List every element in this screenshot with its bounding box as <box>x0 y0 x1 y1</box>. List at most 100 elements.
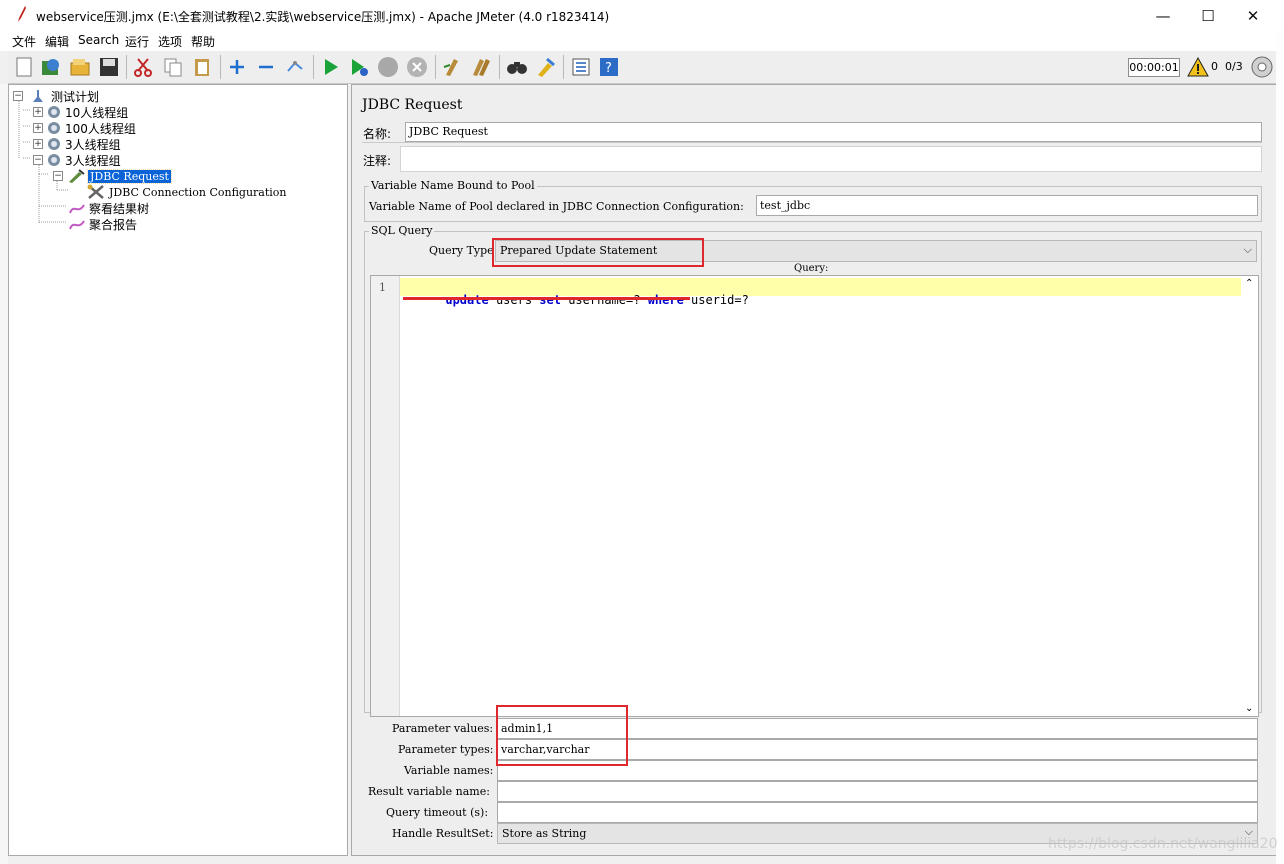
menu-edit[interactable]: 编辑 <box>45 33 69 50</box>
thread-group-gear-icon <box>48 122 60 134</box>
paste-icon[interactable] <box>190 55 214 79</box>
name-field[interactable]: JDBC Request <box>405 122 1262 142</box>
tree-root[interactable]: − 测试计划 <box>13 88 99 104</box>
collapse-icon[interactable] <box>254 55 278 79</box>
tree-aggregate-report[interactable]: 聚合报告 <box>69 216 137 232</box>
cut-icon[interactable] <box>131 55 155 79</box>
scroll-up-icon[interactable]: ⌃ <box>1245 278 1253 289</box>
reset-search-icon[interactable] <box>533 55 557 79</box>
toggle-icon[interactable] <box>283 55 307 79</box>
expand-toggle[interactable]: + <box>33 123 43 133</box>
start-no-pause-icon[interactable] <box>347 55 371 79</box>
listener-graph-icon <box>69 204 85 214</box>
test-plan-icon <box>33 90 43 102</box>
active-threads: 0/3 <box>1225 60 1243 73</box>
collapse-toggle[interactable]: − <box>33 155 43 165</box>
pool-legend: Variable Name Bound to Pool <box>369 179 537 192</box>
watermark: https://blog.csdn.net/wanglilia20 <box>1048 836 1278 852</box>
name-label: 名称: <box>363 127 392 141</box>
query-type-label: Query Type <box>429 244 494 257</box>
minimize-button[interactable]: — <box>1140 0 1186 31</box>
svg-text:?: ? <box>605 61 612 76</box>
comment-field[interactable] <box>400 146 1262 172</box>
thread-group-gear-icon <box>48 138 60 150</box>
pool-name-field[interactable]: test_jdbc <box>756 195 1258 216</box>
chevron-down-icon: ⌵ <box>1243 243 1252 256</box>
parameter-types-label: Parameter types: <box>398 743 494 756</box>
close-icon: ✕ <box>1246 6 1260 25</box>
tree-view-results-tree[interactable]: 察看结果树 <box>69 200 149 216</box>
start-icon[interactable] <box>319 55 343 79</box>
tree-thread-group-expanded[interactable]: − 3人线程组 <box>33 152 121 168</box>
tree-jdbc-config[interactable]: JDBC Connection Configuration <box>87 184 287 200</box>
listener-graph-icon <box>69 220 85 230</box>
menu-options[interactable]: 选项 <box>158 33 182 50</box>
red-underline-annotation <box>403 297 690 300</box>
function-helper-icon[interactable] <box>569 55 593 79</box>
clear-icon[interactable] <box>440 55 464 79</box>
query-timeout-label: Query timeout (s): <box>386 806 489 819</box>
scroll-down-icon[interactable]: ⌄ <box>1245 703 1253 714</box>
result-variable-label: Result variable name: <box>368 785 490 798</box>
collapse-toggle[interactable]: − <box>53 171 63 181</box>
left-edge-background <box>0 84 8 864</box>
parameters-annotation-box <box>496 705 628 766</box>
jdbc-request-panel: JDBC Request 名称: JDBC Request 注释: Variab… <box>351 84 1278 856</box>
warning-icon[interactable] <box>1187 56 1209 77</box>
jmeter-feather-icon <box>18 6 26 22</box>
stop-icon[interactable] <box>376 55 400 79</box>
config-tools-icon <box>87 184 104 199</box>
clear-all-icon[interactable] <box>469 55 493 79</box>
selected-node-label: JDBC Request <box>87 168 172 184</box>
pool-label: Variable Name of Pool declared in JDBC C… <box>369 200 744 213</box>
tree-thread-group[interactable]: + 3人线程组 <box>33 136 121 152</box>
tree-thread-group[interactable]: + 100人线程组 <box>33 120 136 136</box>
menu-file[interactable]: 文件 <box>12 33 36 50</box>
collapse-toggle[interactable]: − <box>13 91 23 101</box>
sampler-pipette-icon <box>69 169 85 183</box>
query-line: update users set username=? where userid… <box>445 293 749 307</box>
warnings-count: 0 <box>1211 60 1218 73</box>
close-button[interactable]: ✕ <box>1230 0 1276 31</box>
menu-search[interactable]: Search <box>78 33 119 47</box>
expand-icon[interactable] <box>225 55 249 79</box>
thread-group-gear-icon <box>48 106 60 118</box>
line-number: 1 <box>379 281 386 294</box>
remote-status-icon <box>1251 56 1273 81</box>
query-label: Query: <box>794 263 829 274</box>
save-icon[interactable] <box>97 55 121 79</box>
handle-resultset-label: Handle ResultSet: <box>392 827 494 840</box>
sql-query-editor[interactable]: 1 update users set username=? where user… <box>370 275 1259 717</box>
copy-icon[interactable] <box>161 55 185 79</box>
editor-scrollbar[interactable]: ⌃ ⌄ <box>1242 276 1258 716</box>
menu-run[interactable]: 运行 <box>125 33 149 50</box>
thread-group-gear-icon <box>48 154 60 166</box>
panel-heading: JDBC Request <box>362 97 463 113</box>
templates-icon[interactable] <box>39 55 63 79</box>
new-icon[interactable] <box>12 55 36 79</box>
comment-label: 注释: <box>363 154 392 168</box>
parameter-values-label: Parameter values: <box>392 722 494 735</box>
maximize-icon: ☐ <box>1201 6 1215 25</box>
menu-help[interactable]: 帮助 <box>191 33 215 50</box>
search-icon[interactable] <box>505 55 529 79</box>
help-icon[interactable]: ? <box>597 55 621 79</box>
sql-legend: SQL Query <box>369 224 435 237</box>
variable-names-label: Variable names: <box>404 764 494 777</box>
toolbar: ? 00:00:01 0 0/3 <box>8 51 1276 84</box>
query-timeout-field[interactable] <box>497 802 1258 823</box>
result-variable-field[interactable] <box>497 781 1258 802</box>
tree-thread-group[interactable]: + 10人线程组 <box>33 104 128 120</box>
shutdown-icon[interactable] <box>405 55 429 79</box>
title-bar: webservice压测.jmx (E:\全套测试教程\2.实践\webserv… <box>0 0 1284 31</box>
test-plan-tree: − 测试计划 + 10人线程组 + 100人线程组 + 3人线程组 − 3人线程… <box>8 84 348 856</box>
expand-toggle[interactable]: + <box>33 139 43 149</box>
maximize-button[interactable]: ☐ <box>1185 0 1231 31</box>
tree-jdbc-request[interactable]: − JDBC Request <box>53 168 172 184</box>
open-icon[interactable] <box>68 55 92 79</box>
elapsed-timer: 00:00:01 <box>1128 58 1180 77</box>
right-edge-background <box>1276 31 1284 864</box>
expand-toggle[interactable]: + <box>33 107 43 117</box>
query-type-annotation-box <box>492 238 704 267</box>
menu-bar: 文件 编辑 Search 运行 选项 帮助 <box>0 31 1284 51</box>
